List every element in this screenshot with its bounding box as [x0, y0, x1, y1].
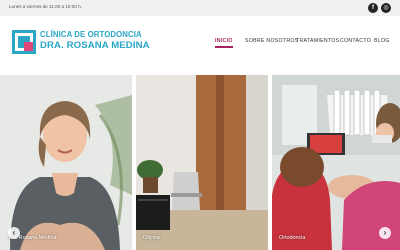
gallery-panel-office[interactable]: Oficina [136, 75, 268, 250]
doctor-photo [0, 75, 132, 250]
top-bar: Lunes a viernes de 11:00 a 19:00 h. f ◎ [0, 0, 400, 16]
nav-item-label: CONTACTO [340, 38, 372, 44]
site-header: CLÍNICA DE ORTODONCIA DRA. ROSANA MEDINA… [0, 16, 400, 75]
office-photo [136, 75, 268, 250]
panel-caption: Oficina [143, 235, 160, 241]
nav-item-tratamientos[interactable]: TRATAMIENTOS [296, 38, 339, 44]
main-nav: INICIO SOBRE NOSOTROS TRATAMIENTOS CONTA… [0, 38, 400, 50]
chevron-right-icon[interactable]: › [379, 227, 391, 239]
nav-item-contacto[interactable]: CONTACTO [340, 38, 371, 44]
active-underline [215, 46, 233, 48]
nav-item-label: SOBRE NOSOTROS [245, 38, 299, 44]
nav-item-inicio[interactable]: INICIO [215, 38, 233, 48]
orthodontics-photo [272, 75, 400, 250]
opening-hours: Lunes a viernes de 11:00 a 19:00 h. [9, 4, 82, 9]
facebook-icon[interactable]: f [368, 3, 378, 13]
gallery-panel-doctor[interactable]: Dra. Rosana Medina [0, 75, 132, 250]
gallery-panel-orthodontics[interactable]: Ortodoncia [272, 75, 400, 250]
instagram-icon[interactable]: ◎ [381, 3, 391, 13]
nav-item-sobre-nosotros[interactable]: SOBRE NOSOTROS [245, 38, 299, 44]
nav-item-label: BLOG [374, 38, 390, 44]
photo-carousel: Dra. Rosana Medina Oficina Ortodoncia ‹ … [0, 75, 400, 250]
nav-item-label: INICIO [215, 38, 233, 44]
panel-caption: Ortodoncia [279, 235, 306, 241]
nav-item-label: TRATAMIENTOS [296, 38, 340, 44]
nav-item-blog[interactable]: BLOG [374, 38, 390, 44]
chevron-left-icon[interactable]: ‹ [8, 227, 20, 239]
